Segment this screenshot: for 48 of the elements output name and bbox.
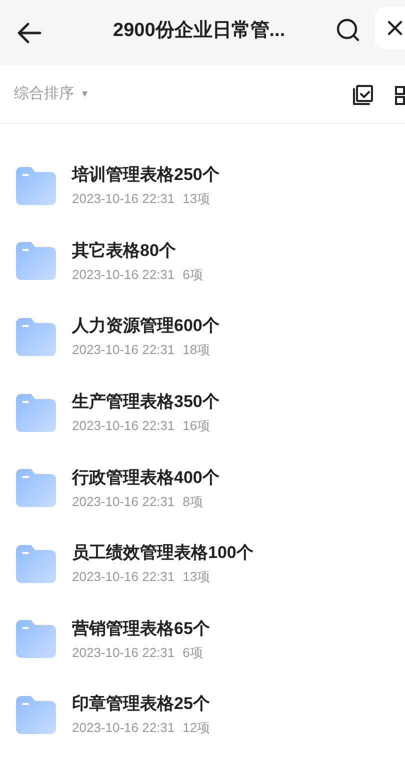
- grid-view-icon[interactable]: [394, 85, 405, 106]
- folder-name: 行政管理表格400个: [72, 466, 220, 489]
- search-icon: [336, 18, 360, 42]
- folder-row[interactable]: 行政管理表格400个 2023-10-16 22:31 8项: [0, 450, 405, 526]
- modified-date: 2023-10-16 22:31: [72, 190, 175, 208]
- back-arrow-icon: [16, 22, 42, 44]
- modified-date: 2023-10-16 22:31: [72, 644, 175, 661]
- modified-date: 2023-10-16 22:31: [72, 568, 175, 586]
- modified-date: 2023-10-16 22:31: [72, 266, 175, 283]
- window-title: 2900份企业日常管...: [113, 19, 286, 43]
- folder-name: 培训管理表格250个: [72, 164, 220, 186]
- search-button[interactable]: [335, 17, 361, 43]
- modified-date: 2023-10-16 22:31: [72, 341, 175, 358]
- folder-icon: [16, 394, 56, 432]
- folder-name: 生产管理表格350个: [72, 391, 220, 414]
- item-count: 16项: [182, 417, 210, 434]
- folder-name: 印章管理表格25个: [72, 693, 210, 716]
- folder-row[interactable]: 培训管理表格250个 2023-10-16 22:31 13项: [0, 148, 405, 224]
- folder-row[interactable]: 印章管理表格25个 2023-10-16 22:31 12项: [0, 677, 405, 753]
- item-count: 13项: [182, 568, 210, 586]
- item-count: 18项: [182, 341, 210, 358]
- folder-name: 员工绩效管理表格100个: [72, 542, 254, 564]
- item-count: 12项: [182, 719, 210, 736]
- folder-name: 其它表格80个: [72, 240, 177, 262]
- modified-date: 2023-10-16 22:31: [72, 719, 175, 736]
- folder-icon: [16, 544, 56, 583]
- folder-icon: [16, 469, 56, 508]
- folder-row[interactable]: 员工绩效管理表格100个 2023-10-16 22:31 13项: [0, 526, 405, 602]
- item-count: 6项: [182, 266, 203, 283]
- folder-icon: [16, 242, 56, 280]
- folder-row[interactable]: 生产管理表格350个 2023-10-16 22:31 16项: [0, 374, 405, 450]
- item-count: 6项: [182, 644, 203, 661]
- close-button[interactable]: [375, 7, 405, 49]
- folder-row[interactable]: 营销管理表格65个 2023-10-16 22:31 6项: [0, 602, 405, 678]
- folder-icon: [16, 696, 56, 734]
- item-count: 8项: [182, 492, 203, 510]
- close-icon: [388, 21, 402, 35]
- folder-icon: [16, 318, 56, 356]
- folder-row[interactable]: 人力资源管理600个 2023-10-16 22:31 18项: [0, 299, 405, 375]
- folder-icon: [16, 620, 56, 658]
- modified-date: 2023-10-16 22:31: [72, 492, 175, 510]
- folder-name: 营销管理表格65个: [72, 618, 210, 640]
- folder-name: 人力资源管理600个: [72, 315, 220, 338]
- multi-select-icon[interactable]: [352, 85, 373, 106]
- item-count: 13项: [182, 190, 210, 208]
- folder-icon: [16, 166, 56, 205]
- folder-row[interactable]: 其它表格80个 2023-10-16 22:31 6项: [0, 224, 405, 300]
- modified-date: 2023-10-16 22:31: [72, 417, 175, 434]
